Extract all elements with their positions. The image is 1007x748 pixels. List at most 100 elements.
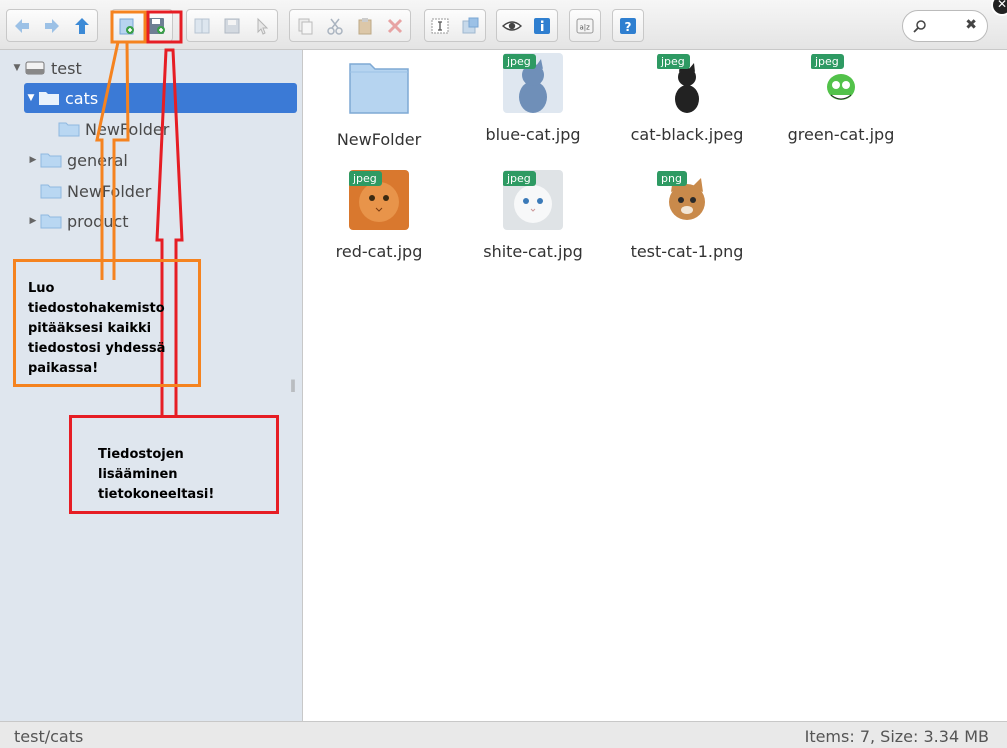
drive-icon (25, 61, 45, 75)
info-button[interactable] (527, 10, 557, 41)
sort-icon: a|z (576, 18, 594, 33)
image-thumbnail: jpeg (503, 53, 563, 113)
file-grid: NewFolder jpeg blue-cat.jpg jpeg cat-bla… (304, 50, 1007, 721)
file-name: blue-cat.jpg (485, 125, 581, 144)
file-type-badge: jpeg (657, 54, 690, 69)
help-group: ? (612, 9, 644, 42)
arrow-right-icon (45, 18, 59, 33)
forward-button[interactable] (37, 10, 67, 41)
tree-item-cats-newfolder[interactable]: NewFolder (44, 114, 169, 144)
collapsed-arrow-icon[interactable]: ▶ (26, 155, 40, 165)
file-name: cat-black.jpeg (630, 125, 744, 144)
items-size-info: Items: 7, Size: 3.34 MB (804, 727, 989, 746)
delete-button[interactable] (380, 10, 410, 41)
up-button[interactable] (67, 10, 97, 41)
arrow-up-icon (75, 17, 89, 34)
preview-button[interactable] (497, 10, 527, 41)
panel-resize-handle[interactable]: ‖ (290, 378, 296, 392)
search-icon (913, 20, 926, 33)
new-folder-button[interactable] (112, 10, 142, 41)
tree-item-cats[interactable]: ▼ cats (24, 83, 297, 113)
tree-item-product[interactable]: ▶ product (26, 206, 129, 236)
file-item-red-cat[interactable]: jpeg red-cat.jpg (304, 170, 454, 261)
book-icon (194, 18, 210, 33)
tree-label: product (67, 211, 129, 231)
file-type-badge: jpeg (811, 54, 844, 69)
edit-group (289, 9, 411, 42)
file-item-test-cat-1[interactable]: png test-cat-1.png (612, 170, 762, 261)
open-group (186, 9, 278, 42)
eye-icon (502, 20, 522, 31)
file-type-badge: jpeg (349, 171, 382, 186)
folder-large-icon (349, 58, 409, 118)
disk-icon (224, 18, 240, 33)
image-thumbnail: jpeg (349, 170, 409, 230)
image-thumbnail: jpeg (811, 53, 871, 113)
current-path: test/cats (14, 727, 84, 746)
create-folder-note: Luo tiedostohakemisto pitääksesi kaikki … (13, 259, 201, 387)
folder-icon (40, 184, 62, 199)
status-bar: test/cats Items: 7, Size: 3.34 MB (0, 721, 1007, 748)
file-name: green-cat.jpg (787, 125, 895, 144)
tree-label: general (67, 150, 128, 170)
select-button[interactable] (247, 10, 277, 41)
save-button[interactable] (217, 10, 247, 41)
file-name: red-cat.jpg (335, 242, 423, 261)
folder-icon (40, 153, 62, 168)
view-group (496, 9, 558, 42)
file-type-badge: png (657, 171, 687, 186)
folder-icon (58, 122, 80, 137)
upload-button[interactable] (142, 10, 172, 41)
collapsed-arrow-icon[interactable]: ▶ (26, 216, 40, 226)
save-upload-icon (149, 17, 165, 34)
navigation-group (6, 9, 98, 42)
tree-label: cats (65, 88, 99, 108)
paste-button[interactable] (350, 10, 380, 41)
file-item-cat-black[interactable]: jpeg cat-black.jpeg (612, 53, 762, 144)
tree-label: test (51, 58, 82, 78)
copy-button[interactable] (290, 10, 320, 41)
file-item-newfolder[interactable]: NewFolder (304, 58, 454, 149)
cut-button[interactable] (320, 10, 350, 41)
upload-note: Tiedostojen lisääminen tietokoneeltasi! (69, 415, 279, 514)
folder-icon (40, 214, 62, 229)
note-line: Luo tiedostohakemisto (28, 281, 165, 316)
info-icon (534, 17, 550, 34)
cursor-icon (257, 17, 269, 35)
copy-icon (298, 18, 313, 34)
file-type-badge: jpeg (503, 54, 536, 69)
note-line: tiedostosi yhdessä (28, 341, 166, 356)
sort-group: a|z (569, 9, 601, 42)
sort-button[interactable]: a|z (570, 10, 600, 41)
image-thumbnail: png (657, 170, 717, 230)
arrow-left-icon (15, 18, 29, 33)
create-group (111, 9, 173, 42)
new-folder-icon (119, 18, 134, 34)
rename-button[interactable] (425, 10, 455, 41)
note-line: paikassa! (28, 361, 99, 376)
help-icon: ? (620, 17, 636, 34)
note-line: pitääksesi kaikki (28, 321, 152, 336)
expanded-arrow-icon[interactable]: ▼ (24, 93, 38, 103)
back-button[interactable] (7, 10, 37, 41)
open-button[interactable] (187, 10, 217, 41)
help-button[interactable]: ? (613, 10, 643, 41)
tree-item-newfolder[interactable]: NewFolder (26, 176, 151, 206)
file-item-shite-cat[interactable]: jpeg shite-cat.jpg (458, 170, 608, 261)
expanded-arrow-icon[interactable]: ▼ (10, 63, 24, 73)
tree-label: NewFolder (67, 181, 152, 201)
tree-item-general[interactable]: ▶ general (26, 145, 128, 175)
delete-x-icon (387, 18, 403, 33)
tree-root-test[interactable]: ▼ test (10, 53, 82, 83)
search-input[interactable]: ✖ (902, 10, 988, 42)
tree-label: NewFolder (85, 119, 170, 139)
toolbar: a|z ? ✖ (0, 0, 1007, 50)
resize-button[interactable] (455, 10, 485, 41)
resize-image-icon (462, 17, 479, 33)
file-item-blue-cat[interactable]: jpeg blue-cat.jpg (458, 53, 608, 144)
svg-text:?: ? (625, 20, 632, 34)
search-clear-icon[interactable]: ✖ (965, 17, 977, 33)
file-name: shite-cat.jpg (483, 242, 583, 261)
file-item-green-cat[interactable]: jpeg green-cat.jpg (766, 53, 916, 144)
image-thumbnail: jpeg (657, 53, 717, 113)
